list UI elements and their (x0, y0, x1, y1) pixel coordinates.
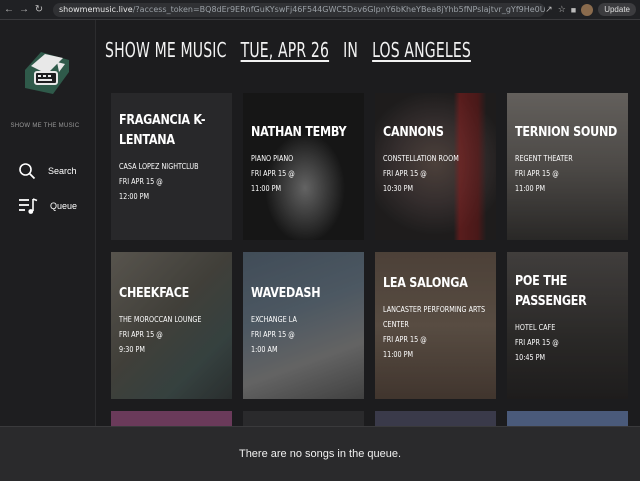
event-date: FRI APR 15 @ (383, 335, 427, 344)
logo-text: SHOW ME THE MUSIC (10, 123, 80, 129)
logo-icon (25, 52, 69, 94)
sidebar-item-queue[interactable]: Queue (18, 197, 77, 215)
event-time: 11:00 PM (383, 350, 414, 359)
event-card[interactable]: WAVEDASH EXCHANGE LA FRI APR 15 @ 1:00 A… (243, 252, 364, 399)
event-card[interactable]: CANNONS CONSTELLATION ROOM FRI APR 15 @ … (375, 93, 496, 240)
queue-empty-message: There are no songs in the queue. (238, 448, 402, 460)
artist-name: TERNION SOUND (515, 125, 618, 140)
page-header: SHOW ME MUSIC TUE, APR 26 IN LOS ANGELES (105, 38, 471, 62)
artist-name: CANNONS (383, 125, 444, 140)
event-date: FRI APR 15 @ (251, 330, 295, 339)
event-time: 11:00 PM (515, 184, 546, 193)
sidebar-item-label: Queue (50, 201, 78, 211)
event-time: 10:30 PM (383, 184, 414, 193)
venue-name: LANCASTER PERFORMING ARTS CENTER (383, 305, 486, 329)
event-card-partial[interactable] (375, 411, 496, 426)
venue-name: HOTEL CAFE (515, 323, 556, 332)
reload-icon[interactable]: ↻ (33, 4, 45, 15)
artist-name: NATHAN TEMBY (251, 125, 347, 140)
event-date: FRI APR 15 @ (383, 169, 427, 178)
venue-name: EXCHANGE LA (251, 315, 297, 324)
event-card-partial[interactable] (243, 411, 364, 426)
artist-name: LEA SALONGA (383, 276, 468, 291)
sidebar-item-search[interactable]: Search (18, 162, 77, 180)
artist-name: FRAGANCIA K-LENTANA (119, 113, 206, 148)
back-arrow-icon[interactable]: ← (3, 4, 15, 15)
event-date: FRI APR 15 @ (251, 169, 295, 178)
update-button[interactable]: Update (598, 3, 636, 16)
event-date: FRI APR 15 @ (515, 338, 559, 347)
browser-toolbar: ← → ↻ showmemusic.live/?access_token=BQ8… (0, 0, 640, 20)
queue-panel: There are no songs in the queue. (0, 426, 640, 481)
sidebar-item-label: Search (48, 166, 77, 176)
search-icon (19, 163, 36, 180)
event-card[interactable]: CHEEKFACE THE MOROCCAN LOUNGE FRI APR 15… (111, 252, 232, 399)
event-date: FRI APR 15 @ (119, 330, 163, 339)
artist-name: CHEEKFACE (119, 286, 190, 301)
artist-name: POE THE PASSENGER (515, 274, 587, 309)
star-icon[interactable]: ☆ (558, 4, 566, 15)
event-card-partial[interactable] (507, 411, 628, 426)
event-time: 12:00 PM (119, 192, 150, 201)
sidebar: SHOW ME THE MUSIC Search Queue (0, 20, 96, 426)
venue-name: THE MOROCCAN LOUNGE (119, 315, 202, 324)
event-date: FRI APR 15 @ (119, 177, 163, 186)
event-card[interactable]: NATHAN TEMBY PIANO PIANO FRI APR 15 @ 11… (243, 93, 364, 240)
date-selector[interactable]: TUE, APR 26 (241, 38, 329, 62)
url-host: showmemusic.live (59, 4, 133, 14)
url-path: /?access_token=BQ8dEr9ERnfGuKYswFj46F544… (132, 4, 545, 14)
extensions-icon[interactable]: ■ (571, 5, 576, 15)
in-label: IN (343, 38, 359, 62)
event-card[interactable]: FRAGANCIA K-LENTANA CASA LOPEZ NIGHTCLUB… (111, 93, 232, 240)
venue-name: PIANO PIANO (251, 154, 294, 163)
address-bar[interactable]: showmemusic.live/?access_token=BQ8dEr9ER… (53, 2, 545, 17)
event-card[interactable]: LEA SALONGA LANCASTER PERFORMING ARTS CE… (375, 252, 496, 399)
event-time: 11:00 PM (251, 184, 282, 193)
city-selector[interactable]: LOS ANGELES (372, 38, 471, 62)
artist-name: WAVEDASH (251, 286, 321, 301)
page-title: SHOW ME MUSIC (105, 38, 227, 62)
event-date: FRI APR 15 @ (515, 169, 559, 178)
event-time: 10:45 PM (515, 353, 546, 362)
venue-name: CONSTELLATION ROOM (383, 154, 459, 163)
venue-name: REGENT THEATER (515, 154, 573, 163)
event-card[interactable]: POE THE PASSENGER HOTEL CAFE FRI APR 15 … (507, 252, 628, 399)
venue-name: CASA LOPEZ NIGHTCLUB (119, 162, 199, 171)
event-time: 1:00 AM (251, 345, 278, 354)
event-card-partial[interactable] (111, 411, 232, 426)
queue-icon (19, 198, 38, 214)
forward-arrow-icon[interactable]: → (18, 4, 30, 15)
share-icon[interactable]: ↗ (545, 4, 553, 15)
profile-avatar[interactable] (581, 3, 594, 16)
event-time: 9:30 PM (119, 345, 146, 354)
event-card[interactable]: TERNION SOUND REGENT THEATER FRI APR 15 … (507, 93, 628, 240)
app-logo[interactable]: SHOW ME THE MUSIC (11, 42, 79, 129)
